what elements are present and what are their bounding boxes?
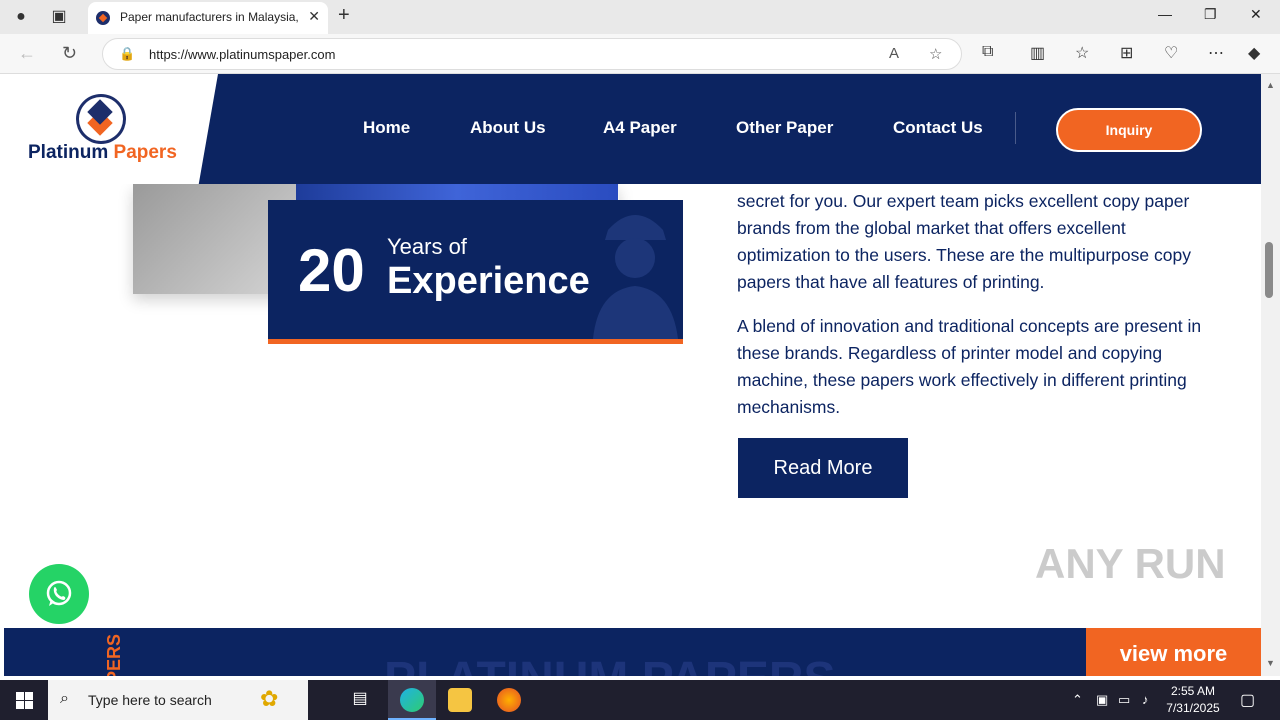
refresh-icon[interactable]: ↻	[62, 43, 77, 64]
read-more-button[interactable]: Read More	[738, 438, 908, 498]
scroll-up-icon[interactable]: ▲	[1266, 80, 1275, 90]
new-tab-icon[interactable]: +	[338, 4, 350, 27]
firefox-icon[interactable]	[497, 688, 521, 712]
collections-icon[interactable]: ⊞	[1120, 43, 1133, 63]
site-header: Platinum Papers Home About Us A4 Paper O…	[4, 74, 1261, 184]
tab-actions-icon[interactable]: ▣	[48, 6, 70, 28]
nav-home[interactable]: Home	[363, 118, 410, 138]
search-placeholder: Type here to search	[88, 692, 212, 708]
favorites-icon[interactable]: ☆	[1075, 43, 1089, 63]
tab-title: Paper manufacturers in Malaysia,	[120, 10, 298, 24]
experience-number: 20	[298, 237, 365, 304]
restore-icon[interactable]: ❐	[1204, 6, 1217, 23]
anyrun-watermark: ANY RUN	[1035, 540, 1226, 587]
experience-label-top: Years of	[387, 234, 467, 259]
band-ghost-text: PLATINUM PAPERS	[384, 652, 836, 676]
edge-icon	[400, 688, 424, 712]
more-menu-icon[interactable]: ⋯	[1208, 43, 1224, 63]
view-more-button[interactable]: view more	[1086, 628, 1261, 676]
whatsapp-icon	[46, 580, 72, 606]
scroll-down-icon[interactable]: ▼	[1266, 658, 1275, 668]
task-view-icon[interactable]: ▤	[348, 688, 372, 712]
tulip-decoration-icon: ✿	[260, 686, 279, 711]
brands-paragraph: A blend of innovation and traditional co…	[737, 316, 1202, 417]
start-button[interactable]	[0, 680, 48, 720]
volume-icon[interactable]: ♪	[1142, 692, 1149, 707]
profile-icon[interactable]: ●	[10, 6, 32, 28]
url-text[interactable]: https://www.platinumspaper.com	[149, 47, 335, 62]
scrollbar-thumb[interactable]	[1265, 242, 1273, 298]
taskbar-edge-active[interactable]	[388, 680, 436, 720]
file-explorer-icon[interactable]	[448, 688, 472, 712]
tray-overflow-icon[interactable]: ⌃	[1072, 692, 1083, 708]
browser-tabbar: ● ▣ Paper manufacturers in Malaysia, ✕ +…	[0, 0, 1280, 34]
network-icon[interactable]: ▭	[1118, 692, 1130, 708]
minimize-icon[interactable]: —	[1158, 6, 1172, 22]
lock-icon[interactable]: 🔒	[119, 46, 135, 62]
experience-label-bottom: Experience	[387, 260, 590, 302]
extensions-icon[interactable]: ⧉	[982, 43, 993, 61]
browser-essentials-icon[interactable]: ♡	[1164, 43, 1178, 63]
copilot-icon[interactable]: ◆	[1248, 43, 1260, 63]
paper-photo-packaging	[296, 184, 618, 200]
logo-text: Platinum Papers	[28, 142, 177, 163]
split-screen-icon[interactable]: ▥	[1030, 43, 1045, 63]
search-icon: ⌕	[60, 690, 69, 707]
site-favicon-icon	[96, 11, 110, 25]
tray-meet-icon[interactable]: ▣	[1096, 692, 1108, 708]
taskbar-clock[interactable]: 2:55 AM 7/31/2025	[1162, 683, 1224, 717]
windows-taskbar: ⌕ Type here to search ✿ ▤ ⌃ ▣ ▭ ♪ 2:55 A…	[0, 680, 1280, 720]
band-vertical-text: PERS	[104, 634, 124, 676]
taskbar-search[interactable]: ⌕ Type here to search ✿	[48, 680, 308, 720]
nav-other-paper[interactable]: Other Paper	[736, 118, 833, 138]
inquiry-button[interactable]: Inquiry	[1056, 108, 1202, 152]
logo-area[interactable]: Platinum Papers	[4, 74, 218, 184]
nav-a4-paper[interactable]: A4 Paper	[603, 118, 677, 138]
address-bar[interactable]: 🔒 https://www.platinumspaper.com A ☆	[102, 38, 962, 70]
read-aloud-icon[interactable]: A	[889, 45, 899, 62]
close-tab-icon[interactable]: ✕	[308, 8, 320, 25]
whatsapp-button[interactable]	[29, 564, 89, 624]
page-scrollbar[interactable]: ▲ ▼	[1261, 74, 1280, 676]
favorite-star-icon[interactable]: ☆	[929, 45, 942, 63]
nav-divider	[1015, 112, 1016, 144]
back-icon[interactable]: ←	[18, 43, 36, 64]
intro-paragraph: secret for you. Our expert team picks ex…	[737, 191, 1191, 292]
browser-toolbar: ← ↻ 🔒 https://www.platinumspaper.com A ☆…	[0, 34, 1280, 74]
browser-tab[interactable]: Paper manufacturers in Malaysia, ✕	[88, 2, 328, 34]
nav-about-us[interactable]: About Us	[470, 118, 546, 138]
nav-contact-us[interactable]: Contact Us	[893, 118, 983, 138]
experience-box: 20 Years of Experience	[268, 200, 683, 344]
logo-mark-icon	[76, 94, 126, 144]
footer-band: PERS PLATINUM PAPERS view more	[4, 628, 1261, 676]
close-window-icon[interactable]: ✕	[1250, 6, 1262, 23]
worker-icon	[593, 215, 678, 339]
notifications-icon[interactable]: ▢	[1240, 690, 1255, 710]
